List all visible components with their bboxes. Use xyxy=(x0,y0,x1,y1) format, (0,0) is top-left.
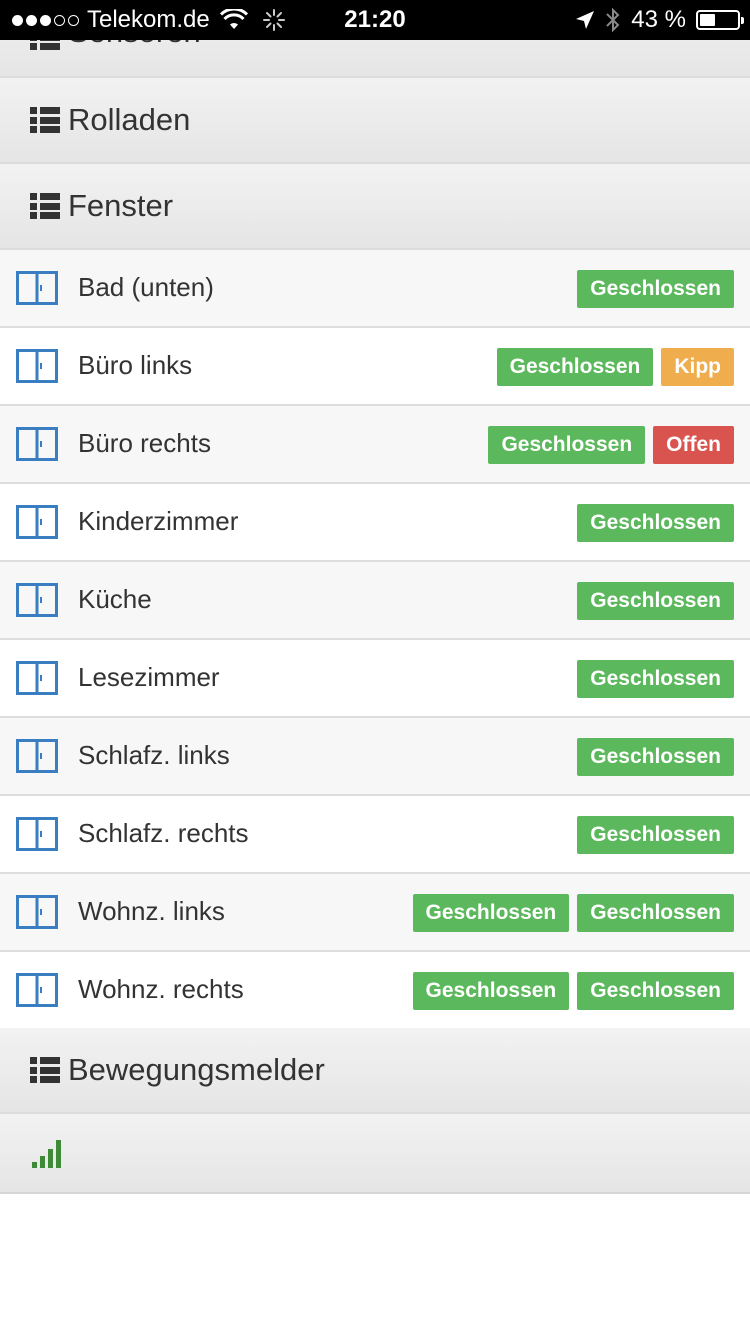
window-icon xyxy=(16,583,58,617)
status-badge: Offen xyxy=(653,426,734,464)
section-title: Fenster xyxy=(68,188,174,223)
window-row[interactable]: Büro rechts Geschlossen Offen xyxy=(0,406,750,484)
status-badge: Geschlossen xyxy=(412,894,570,932)
list-icon xyxy=(30,107,60,133)
status-badge: Geschlossen xyxy=(577,972,734,1010)
window-icon xyxy=(16,739,58,773)
window-name: Küche xyxy=(78,584,152,614)
window-name: Schlafz. links xyxy=(78,740,230,770)
status-badge: Geschlossen xyxy=(577,738,734,776)
status-badges: Geschlossen xyxy=(577,504,734,542)
status-badge: Geschlossen xyxy=(412,972,570,1010)
status-badge: Geschlossen xyxy=(577,816,734,854)
window-row[interactable]: Bad (unten) Geschlossen xyxy=(0,250,750,328)
status-badge: Geschlossen xyxy=(577,504,734,542)
section-bewegungsmelder[interactable]: Bewegungsmelder xyxy=(0,1028,750,1114)
bluetooth-icon xyxy=(606,7,620,33)
window-name: Büro rechts xyxy=(78,428,211,458)
status-badge: Geschlossen xyxy=(577,660,734,698)
section-rolladen[interactable]: Rolladen xyxy=(0,78,750,164)
status-badge: Geschlossen xyxy=(577,894,734,932)
status-badge: Geschlossen xyxy=(488,426,646,464)
window-row[interactable]: Kinderzimmer Geschlossen xyxy=(0,484,750,562)
status-badge: Geschlossen xyxy=(496,348,654,386)
window-row[interactable]: Wohnz. rechts Geschlossen Geschlossen xyxy=(0,952,750,1030)
status-badges: Geschlossen xyxy=(577,816,734,854)
window-icon xyxy=(16,427,58,461)
battery-icon xyxy=(696,10,744,30)
window-row[interactable]: Schlafz. links Geschlossen xyxy=(0,718,750,796)
window-name: Wohnz. rechts xyxy=(78,974,244,1004)
list-icon xyxy=(30,193,60,219)
window-row[interactable]: Wohnz. links Geschlossen Geschlossen xyxy=(0,874,750,952)
window-row[interactable]: Büro links Geschlossen Kipp xyxy=(0,328,750,406)
window-name: Lesezimmer xyxy=(78,662,220,692)
window-icon xyxy=(16,661,58,695)
status-badges: Geschlossen Geschlossen xyxy=(412,972,734,1010)
status-badge: Geschlossen xyxy=(577,270,734,308)
status-badges: Geschlossen xyxy=(577,738,734,776)
window-name: Kinderzimmer xyxy=(78,506,239,536)
window-row[interactable]: Küche Geschlossen xyxy=(0,562,750,640)
window-icon xyxy=(16,349,58,383)
window-icon xyxy=(16,817,58,851)
window-name: Bad (unten) xyxy=(78,272,214,302)
status-badges: Geschlossen xyxy=(577,660,734,698)
section-title: Bewegungsmelder xyxy=(68,1052,325,1087)
window-name: Schlafz. rechts xyxy=(78,818,249,848)
status-badges: Geschlossen Kipp xyxy=(496,348,734,386)
list-icon xyxy=(30,1057,60,1083)
status-badges: Geschlossen Offen xyxy=(488,426,734,464)
signal-bars-icon xyxy=(32,1140,61,1168)
status-bar: Telekom.de 21:20 43 % xyxy=(0,0,750,40)
window-icon xyxy=(16,895,58,929)
status-badge: Geschlossen xyxy=(577,582,734,620)
window-name: Wohnz. links xyxy=(78,896,225,926)
window-row[interactable]: Schlafz. rechts Geschlossen xyxy=(0,796,750,874)
status-badges: Geschlossen Geschlossen xyxy=(412,894,734,932)
window-icon xyxy=(16,271,58,305)
status-badges: Geschlossen xyxy=(577,582,734,620)
section-title: Rolladen xyxy=(68,102,191,137)
motion-sensor-row[interactable] xyxy=(0,1114,750,1194)
window-name: Büro links xyxy=(78,350,193,380)
window-list: Bad (unten) Geschlossen Büro links Geschlos… xyxy=(0,250,750,1030)
location-arrow-icon xyxy=(576,11,595,29)
status-bar-right: 43 % xyxy=(575,0,744,40)
window-icon xyxy=(16,505,58,539)
window-row[interactable]: Lesezimmer Geschlossen xyxy=(0,640,750,718)
battery-percent: 43 % xyxy=(631,6,686,33)
section-fenster[interactable]: Fenster xyxy=(0,164,750,250)
status-badges: Geschlossen xyxy=(577,270,734,308)
window-icon xyxy=(16,973,58,1007)
status-badge: Kipp xyxy=(661,348,734,386)
